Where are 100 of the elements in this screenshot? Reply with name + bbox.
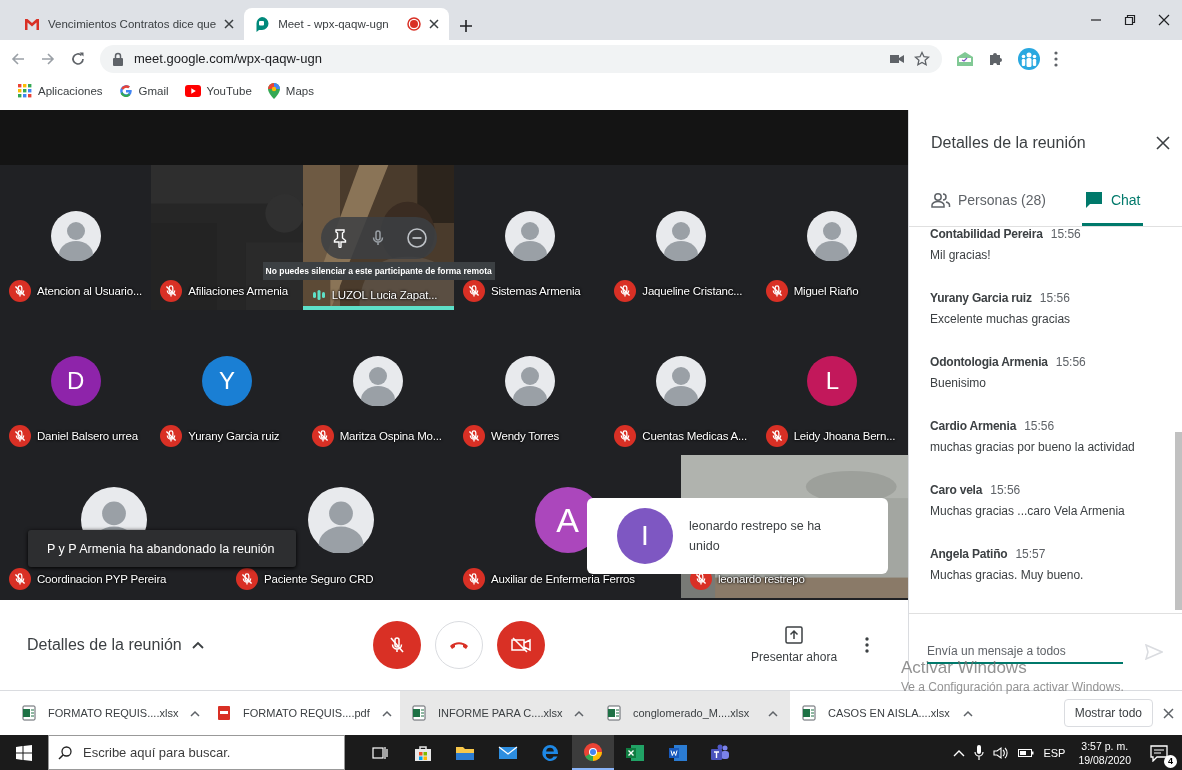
leave-notification: P y P Armenia ha abandonado la reunión <box>28 530 296 567</box>
profile-avatar[interactable] <box>1018 47 1040 70</box>
download-item[interactable]: conglomerado_M....xlsx <box>595 691 790 735</box>
download-item[interactable]: INFORME PARA C....xlsx <box>400 691 595 735</box>
speaker-icon[interactable] <box>993 745 1010 760</box>
chat-icon <box>1083 189 1104 210</box>
reload-icon[interactable] <box>70 50 86 67</box>
participant-name: Cuentas Medicas A... <box>642 430 747 442</box>
remove-icon[interactable] <box>405 227 428 249</box>
phone-icon <box>449 640 469 650</box>
battery-icon[interactable] <box>1018 747 1035 758</box>
user-avatar <box>50 211 101 261</box>
play-icon <box>184 85 201 97</box>
bookmark[interactable]: Maps <box>267 83 314 99</box>
browser-circle-icon <box>582 741 603 762</box>
puzzle-icon[interactable] <box>988 50 1004 67</box>
spreadsheet-file-icon <box>607 705 621 721</box>
more-options-button[interactable] <box>865 637 870 653</box>
message-time: 15:57 <box>1015 547 1046 561</box>
message-text: Mil gracias! <box>930 248 992 262</box>
new-tab-button[interactable] <box>459 19 474 33</box>
clock[interactable]: 3:57 p. m. 19/08/2020 <box>1078 738 1131 767</box>
star-icon[interactable] <box>914 50 930 67</box>
spreadsheet-icon <box>625 743 646 762</box>
language-indicator[interactable]: ESP <box>1043 746 1066 759</box>
participant-name: LUZOL Lucia Zapat... <box>331 289 438 301</box>
participant-name: Yurany Garcia ruiz <box>188 430 280 442</box>
panel-tab[interactable]: Chat <box>1081 176 1143 226</box>
send-icon <box>1145 644 1163 660</box>
bookmark[interactable]: Gmail <box>118 84 169 98</box>
close-button[interactable] <box>1163 707 1174 719</box>
bookmark[interactable]: Aplicaciones <box>18 84 103 98</box>
user-avatar <box>353 356 404 406</box>
message-text: Excelente muchas gracias <box>930 312 1072 326</box>
people-icon <box>931 191 951 208</box>
taskbar-search-field[interactable]: Escribe aquí para buscar. <box>48 735 345 770</box>
notifications-button[interactable]: 4 <box>1150 740 1174 765</box>
close-icon[interactable] <box>1158 14 1170 26</box>
mic-off-icon <box>387 635 407 655</box>
address-bar[interactable]: meet.google.com/wpx-qaqw-ugn <box>100 44 942 73</box>
browser-e-icon <box>540 742 561 763</box>
plus-icon <box>459 19 474 33</box>
taskbar-app[interactable] <box>571 735 614 770</box>
message-time: 15:56 <box>1024 419 1055 433</box>
notification-count: 4 <box>1164 754 1177 768</box>
scrollbar[interactable] <box>1175 432 1182 610</box>
bookmark[interactable]: YouTube <box>184 85 252 97</box>
sender-name: Odontologia Armenia <box>930 355 1048 369</box>
participant-name: Maritza Ospina Mo... <box>339 430 442 442</box>
apps-grid-icon <box>18 84 32 98</box>
user-avatar <box>504 356 555 406</box>
participant-name: Leidy Jhoana Bern... <box>793 430 896 442</box>
chevron-up-icon[interactable] <box>953 748 966 757</box>
video-camera-icon[interactable] <box>890 53 904 64</box>
message-time: 15:56 <box>1039 291 1070 305</box>
microphone-icon[interactable] <box>974 744 985 761</box>
sender-name: Contabilidad Pereira <box>930 227 1043 241</box>
panel-tab[interactable]: Personas (28) <box>929 176 1048 226</box>
lock-icon <box>112 51 124 66</box>
caret-up-icon <box>190 709 201 717</box>
browser-tab[interactable]: Vencimientos Contratos dice que <box>14 8 245 40</box>
url-text: meet.google.com/wpx-qaqw-ugn <box>134 51 323 66</box>
camera-button[interactable] <box>497 621 545 669</box>
activation-text: Ve a Configuración para activar Windows. <box>901 680 1124 694</box>
show-all-button[interactable]: Mostrar todo <box>1063 699 1153 727</box>
shopping-bag-icon <box>413 743 432 762</box>
user-avatar <box>504 211 555 261</box>
hang-up-button[interactable] <box>435 621 483 669</box>
meeting-details-button[interactable]: Detalles de la reunión <box>27 636 373 654</box>
close-icon[interactable] <box>429 19 440 29</box>
present-now-button[interactable]: Presentar ahora <box>751 626 838 664</box>
participant-name: Afiliaciones Armenia <box>188 285 288 297</box>
sender-name: Cardio Armenia <box>930 419 1017 433</box>
notification-icon <box>1150 743 1168 762</box>
restore-icon[interactable] <box>1124 14 1136 26</box>
sender-name: Angela Patiño <box>930 547 1008 561</box>
windows-icon <box>16 744 32 761</box>
close-icon[interactable] <box>224 19 235 29</box>
caret-up-icon <box>768 709 778 717</box>
letter-avatar: I <box>617 508 673 564</box>
back-icon[interactable] <box>10 50 26 67</box>
spreadsheet-file-icon <box>22 705 36 721</box>
user-avatar <box>807 211 858 261</box>
participant-name: Coordinacion PYP Pereira <box>37 573 167 585</box>
message-time: 15:56 <box>1050 227 1081 241</box>
caret-up-icon <box>574 709 585 717</box>
close-icon <box>1163 707 1174 719</box>
participant-name: Sistemas Armenia <box>491 285 581 297</box>
envelope-icon <box>497 745 518 760</box>
participant-name: Jaqueline Cristanc... <box>642 285 743 297</box>
more-icon[interactable] <box>1054 50 1058 67</box>
camera-off-icon <box>511 637 531 653</box>
team-icon <box>710 743 731 762</box>
browser-tab[interactable]: Meet - wpx-qaqw-ugn <box>244 8 450 40</box>
sender-name: Caro vela <box>930 483 983 497</box>
close-icon[interactable] <box>1156 136 1170 150</box>
microphone-button[interactable] <box>373 621 421 669</box>
panel-title: Detalles de la reunión <box>931 134 1086 152</box>
forward-icon[interactable] <box>40 50 56 67</box>
user-avatar <box>307 487 374 553</box>
